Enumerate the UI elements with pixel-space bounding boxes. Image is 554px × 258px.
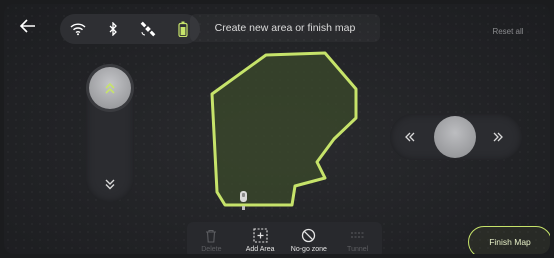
horizontal-joystick-knob[interactable] xyxy=(434,116,476,158)
chevron-double-right-icon xyxy=(493,132,503,142)
add-area-label: Add Area xyxy=(245,245,275,253)
add-area-button[interactable]: Add Area xyxy=(237,228,283,253)
rotate-left-button[interactable] xyxy=(400,127,420,147)
horizontal-joystick[interactable] xyxy=(390,114,522,160)
mapped-area[interactable] xyxy=(210,51,358,207)
bluetooth-icon xyxy=(102,18,124,40)
robot-marker-icon xyxy=(240,191,247,210)
delete-label: Delete xyxy=(201,245,222,253)
chevron-double-down-icon xyxy=(105,179,115,190)
wifi-icon xyxy=(67,18,89,40)
chevron-double-up-icon xyxy=(105,82,115,94)
tunnel-label: Tunnel xyxy=(347,245,369,253)
map-screen: Create new area or finish map Reset all xyxy=(4,4,550,254)
vertical-joystick[interactable] xyxy=(86,64,134,202)
back-button[interactable] xyxy=(18,16,38,36)
arrow-left-icon xyxy=(20,19,35,33)
chevron-double-left-icon xyxy=(405,132,415,142)
tunnel-button[interactable]: Tunnel xyxy=(335,228,381,253)
move-down-button[interactable] xyxy=(100,174,120,194)
reset-all-button[interactable]: Reset all xyxy=(468,18,548,44)
satellite-icon xyxy=(137,18,159,40)
no-go-icon xyxy=(301,228,317,244)
vertical-joystick-knob[interactable] xyxy=(89,67,131,109)
trash-icon xyxy=(203,228,219,244)
no-go-zone-button[interactable]: No-go zone xyxy=(286,228,332,253)
add-area-icon xyxy=(252,228,268,244)
map-toolbar: Delete Add Area No-go zone Tunnel xyxy=(187,222,382,254)
status-bar xyxy=(60,14,200,44)
finish-map-button[interactable]: Finish Map xyxy=(468,226,550,254)
tunnel-icon xyxy=(350,228,366,244)
instruction-prompt: Create new area or finish map xyxy=(190,14,380,42)
no-go-zone-label: No-go zone xyxy=(290,245,327,253)
delete-button[interactable]: Delete xyxy=(188,228,234,253)
rotate-right-button[interactable] xyxy=(488,127,508,147)
